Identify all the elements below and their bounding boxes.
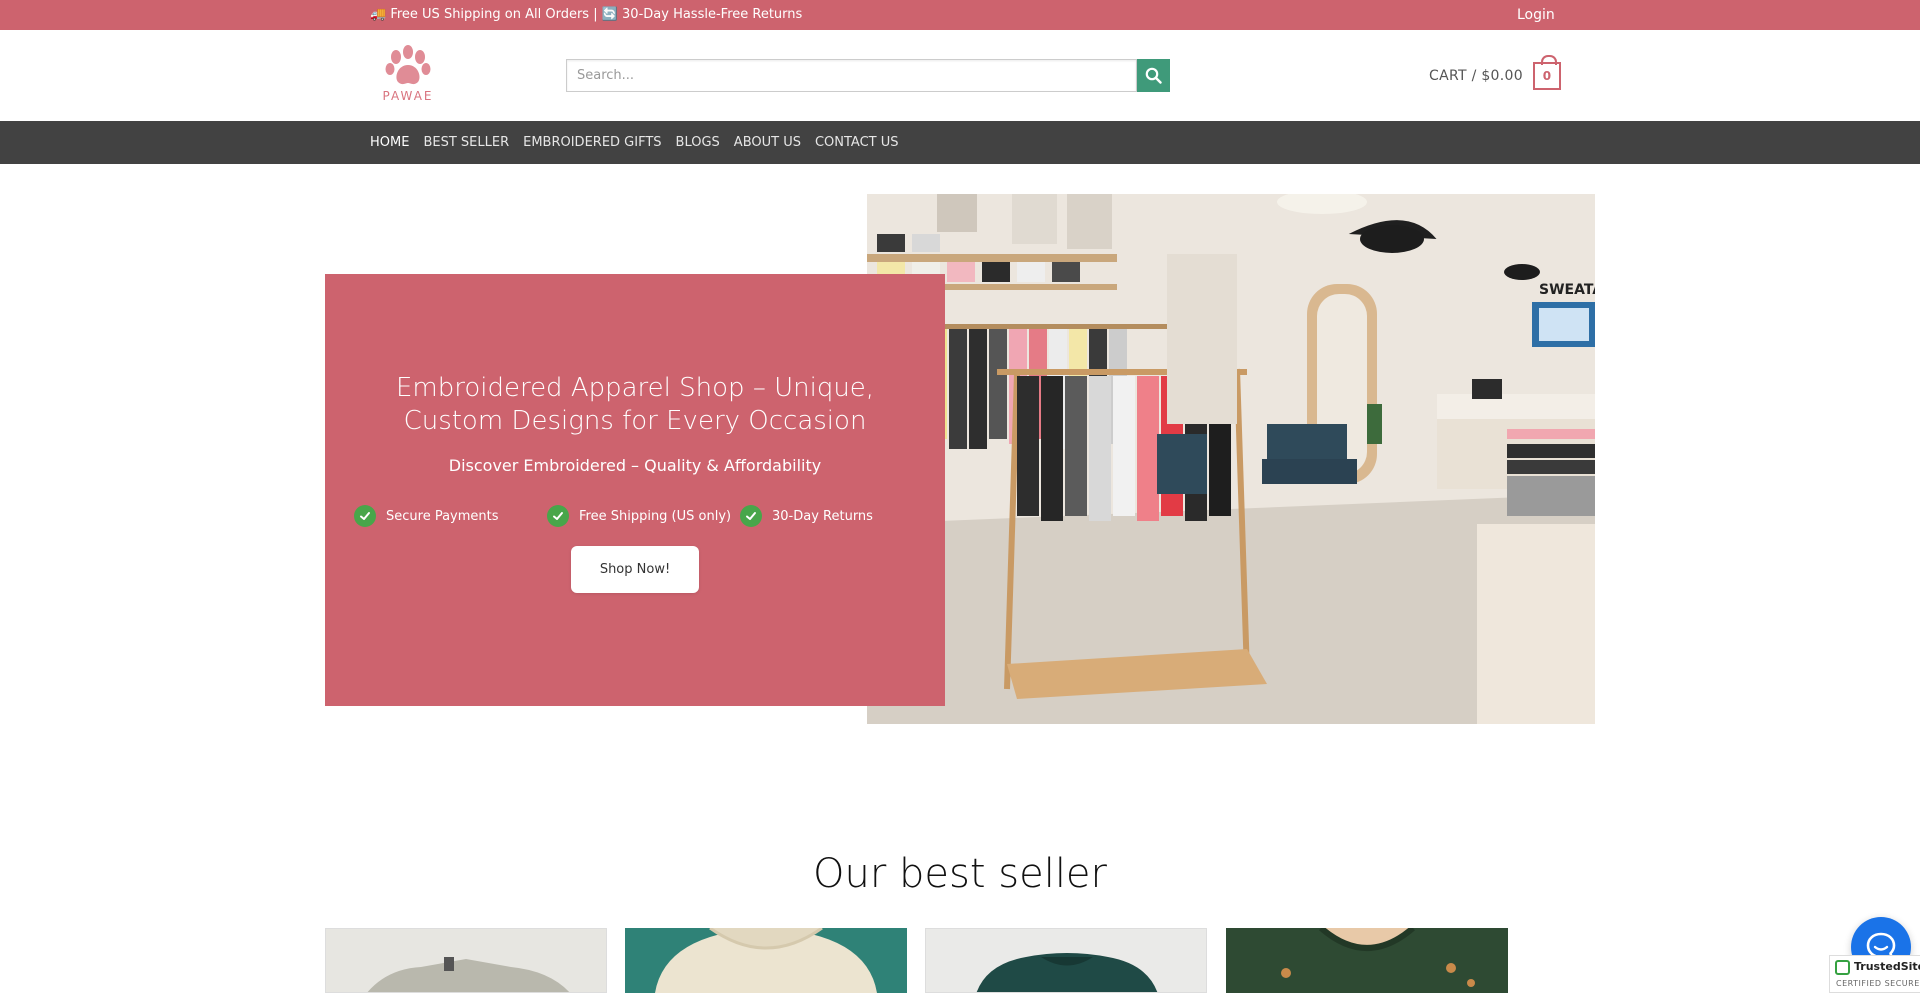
- hero-title: Embroidered Apparel Shop – Unique, Custo…: [395, 373, 875, 436]
- feature-free-shipping: Free Shipping (US only): [547, 505, 731, 527]
- announcement-bar: 🚚 Free US Shipping on All Orders | 🔄 30-…: [0, 0, 1920, 30]
- cart-link[interactable]: CART / $0.00 0: [1429, 54, 1561, 92]
- hero-store-image: SWEATA: [867, 194, 1595, 724]
- store-sign-text: SWEATA: [1539, 282, 1595, 298]
- search-icon: [1145, 67, 1162, 84]
- cart-count-badge: 0: [1532, 54, 1561, 90]
- nav-item-blogs[interactable]: BLOGS: [676, 135, 720, 150]
- best-seller-title: Our best seller: [813, 851, 1107, 897]
- promo-text: 🚚 Free US Shipping on All Orders | 🔄 30-…: [370, 7, 803, 22]
- logo-text: PAWAE: [382, 89, 434, 103]
- store-illustration: SWEATA: [867, 194, 1595, 724]
- nav-item-about-us[interactable]: ABOUT US: [734, 135, 801, 150]
- search-button[interactable]: [1137, 59, 1170, 92]
- check-icon: [547, 505, 569, 527]
- nav-item-embroidered-gifts[interactable]: EMBROIDERED GIFTS: [523, 135, 661, 150]
- search-form: [566, 59, 1170, 92]
- hero-features: Secure Payments Free Shipping (US only) …: [354, 505, 924, 529]
- shop-now-button[interactable]: Shop Now!: [571, 546, 699, 593]
- feature-label: Free Shipping (US only): [579, 508, 732, 524]
- site-header: PAWAE CART / $0.00 0: [0, 30, 1920, 121]
- trust-name: TrustedSite: [1854, 960, 1920, 973]
- hero-panel: Embroidered Apparel Shop – Unique, Custo…: [325, 274, 945, 706]
- trust-check-icon: [1835, 960, 1850, 975]
- check-icon: [354, 505, 376, 527]
- trust-badge[interactable]: TrustedSite CERTIFIED SECURE: [1829, 955, 1920, 993]
- check-icon: [740, 505, 762, 527]
- product-card[interactable]: [625, 928, 907, 993]
- feature-returns: 30-Day Returns: [740, 505, 873, 527]
- product-card[interactable]: [925, 928, 1207, 993]
- nav-item-home[interactable]: HOME: [370, 135, 409, 150]
- feature-label: 30-Day Returns: [772, 508, 873, 524]
- nav-item-contact-us[interactable]: CONTACT US: [815, 135, 899, 150]
- feature-label: Secure Payments: [386, 508, 499, 524]
- product-card[interactable]: [1226, 928, 1508, 993]
- cart-label: CART / $0.00: [1429, 67, 1523, 84]
- product-card[interactable]: [325, 928, 607, 993]
- product-image: [1226, 928, 1508, 993]
- main-nav: HOME BEST SELLER EMBROIDERED GIFTS BLOGS…: [0, 121, 1920, 164]
- trust-sub: CERTIFIED SECURE: [1836, 979, 1920, 988]
- product-image: [367, 957, 570, 992]
- feature-secure-payments: Secure Payments: [354, 505, 499, 527]
- product-image: [625, 928, 907, 993]
- search-input[interactable]: [566, 59, 1137, 92]
- hero-subtitle: Discover Embroidered – Quality & Afforda…: [448, 456, 822, 475]
- nav-item-best-seller[interactable]: BEST SELLER: [423, 135, 509, 150]
- login-link[interactable]: Login: [1517, 7, 1555, 23]
- site-logo[interactable]: PAWAE: [380, 45, 436, 107]
- paw-icon: [385, 45, 431, 85]
- product-image: [976, 953, 1158, 992]
